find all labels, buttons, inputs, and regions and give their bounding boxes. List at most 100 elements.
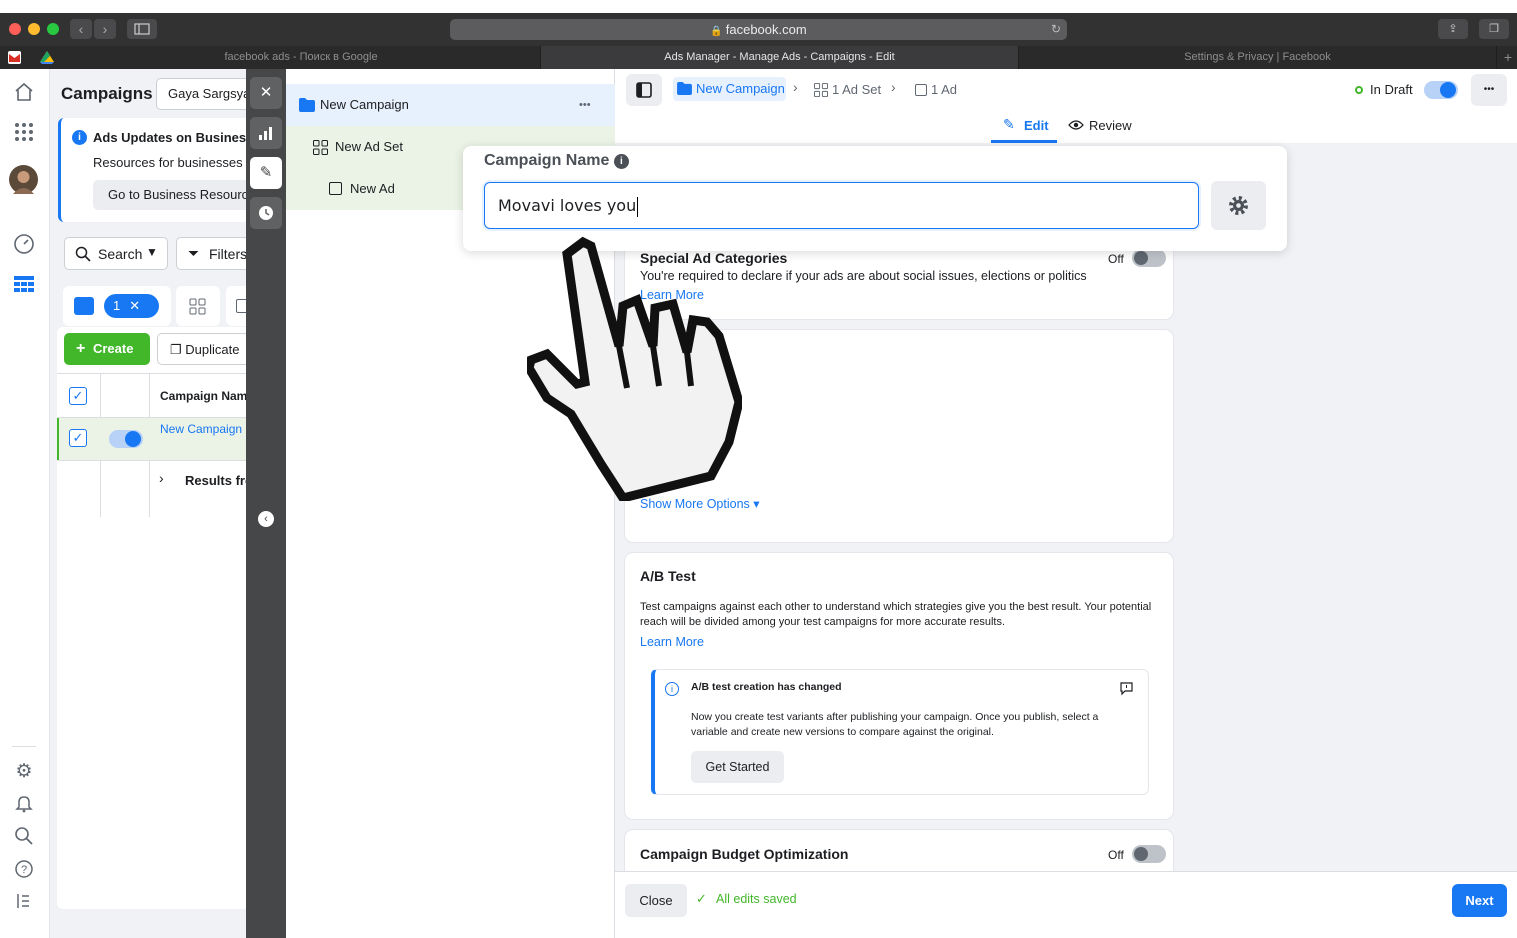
folder-icon <box>677 82 692 95</box>
notice-title: Ads Updates on Business R <box>93 130 267 145</box>
close-icon[interactable]: ✕ <box>250 77 282 109</box>
divider <box>57 460 250 461</box>
budget-toggle-label: Off <box>1108 848 1124 862</box>
saved-status: All edits saved <box>716 892 797 906</box>
browser-tab[interactable]: Settings & Privacy | Facebook <box>1019 46 1497 69</box>
avatar[interactable] <box>9 165 38 194</box>
more-icon[interactable]: ••• <box>579 84 591 126</box>
drive-favicon[interactable] <box>40 51 54 64</box>
toggle-knob <box>125 431 141 447</box>
ads-manager-icon[interactable] <box>12 274 36 298</box>
account-selector[interactable]: Gaya Sargsya <box>156 78 256 110</box>
new-tab-icon[interactable]: + <box>1499 46 1517 69</box>
browser-tab-active[interactable]: Ads Manager - Manage Ads - Campaigns - E… <box>541 46 1019 69</box>
chevron-right-icon[interactable]: › <box>159 470 164 486</box>
url-text: facebook.com <box>725 22 807 37</box>
grid-icon <box>189 298 206 315</box>
filters-label: Filters <box>209 246 248 262</box>
select-all-checkbox[interactable]: ✓ <box>69 387 87 405</box>
close-button[interactable]: Close <box>625 884 687 917</box>
sidebar-toggle-icon[interactable] <box>127 19 157 39</box>
clear-selection-icon[interactable]: ✕ <box>129 298 140 313</box>
minimize-window-button[interactable] <box>28 23 40 35</box>
business-resource-button[interactable]: Go to Business Resource <box>93 180 258 210</box>
budget-title: Campaign Budget Optimization <box>640 846 849 862</box>
status-label: In Draft <box>1370 82 1413 97</box>
campaign-on-toggle[interactable] <box>1424 81 1458 99</box>
breadcrumb-campaign-label: New Campaign <box>696 81 785 96</box>
ab-test-title: A/B Test <box>640 568 696 584</box>
caret-down-icon: ▼ <box>146 245 158 259</box>
tree-ad-label: New Ad <box>350 181 395 196</box>
settings-icon[interactable]: ⚙ <box>12 760 36 784</box>
more-options-button[interactable]: ••• <box>1471 74 1507 106</box>
info-icon: i <box>72 130 87 145</box>
row-checkbox[interactable]: ✓ <box>69 429 87 447</box>
ad-sets-tab[interactable] <box>176 286 220 326</box>
close-window-button[interactable] <box>9 23 21 35</box>
folder-icon <box>74 297 94 315</box>
breadcrumb-campaign[interactable]: New Campaign <box>673 77 786 101</box>
tree-ad-set-label: New Ad Set <box>335 139 403 154</box>
tab-edit[interactable]: ✎ Edit <box>991 107 1057 143</box>
draft-status-icon <box>1355 86 1363 94</box>
forward-icon[interactable]: › <box>94 19 116 39</box>
campaign-name-label: Campaign Name i <box>484 152 629 170</box>
home-icon[interactable] <box>12 81 36 105</box>
info-icon: i <box>613 154 629 169</box>
table-row[interactable]: ✓ New Campaign <box>57 418 250 460</box>
campaign-name-input[interactable]: Movavi loves you <box>484 182 1199 229</box>
campaign-name-value: Movavi loves you <box>498 196 637 215</box>
campaigns-tab[interactable]: 1 ✕ <box>63 286 171 326</box>
row-toggle[interactable] <box>109 430 143 448</box>
browser-titlebar: ‹ › 🔒 facebook.com ↻ ⇪ ❐ <box>0 13 1517 46</box>
search-icon[interactable] <box>12 826 36 850</box>
ab-test-learn-more[interactable]: Learn More <box>640 635 704 649</box>
back-icon[interactable]: ‹ <box>70 19 92 39</box>
selected-chip[interactable]: 1 ✕ <box>104 294 159 318</box>
campaigns-panel: Campaigns Gaya Sargsya i Ads Updates on … <box>50 69 266 938</box>
address-bar[interactable]: 🔒 facebook.com ↻ <box>450 19 1067 40</box>
svg-text:?: ? <box>21 864 27 876</box>
report-icon[interactable] <box>12 891 36 915</box>
help-icon[interactable]: ? <box>12 859 36 883</box>
browser-tab[interactable]: facebook ads - Поиск в Google <box>62 46 541 69</box>
feedback-icon[interactable] <box>1119 681 1134 696</box>
row-campaign-name[interactable]: New Campaign <box>160 422 242 436</box>
budget-toggle[interactable] <box>1132 845 1166 863</box>
get-started-button[interactable]: Get Started <box>691 751 784 783</box>
column-header-campaign-name[interactable]: Campaign Nam <box>160 389 247 403</box>
plus-icon: + <box>76 340 86 357</box>
search-dropdown[interactable]: Search ▼ <box>64 237 168 270</box>
bell-icon[interactable] <box>12 793 36 817</box>
zoom-window-button[interactable] <box>47 23 59 35</box>
text-caret <box>637 196 639 217</box>
chart-icon[interactable] <box>250 117 282 149</box>
filters-button[interactable]: ⏷ Filters <box>176 237 256 270</box>
special-ad-toggle-label: Off <box>1108 252 1124 266</box>
breadcrumb-ad-set[interactable]: 1 Ad Set <box>832 82 881 97</box>
tab-review-label: Review <box>1089 118 1132 133</box>
duplicate-button[interactable]: ❐ Duplicate <box>157 333 257 365</box>
share-icon[interactable]: ⇪ <box>1438 19 1468 39</box>
reload-icon[interactable]: ↻ <box>1051 19 1061 40</box>
tabs-overview-icon[interactable]: ❐ <box>1479 19 1509 39</box>
tab-review[interactable]: Review <box>1065 107 1135 143</box>
breadcrumb-ad[interactable]: 1 Ad <box>931 82 957 97</box>
create-button[interactable]: + Create <box>64 333 150 365</box>
dashboard-icon[interactable] <box>12 233 36 257</box>
gear-icon[interactable] <box>1211 181 1266 230</box>
ad-icon <box>329 182 342 195</box>
special-ad-toggle[interactable] <box>1132 249 1166 267</box>
collapse-panel-icon[interactable]: ‹ <box>258 511 274 527</box>
campaigns-table: + Create ❐ Duplicate ✓ Campaign Nam ✓ Ne… <box>57 327 257 909</box>
duplicate-label: Duplicate <box>185 342 240 357</box>
toggle-tree-icon[interactable] <box>626 74 662 106</box>
all-tools-icon[interactable] <box>12 121 36 145</box>
pencil-icon[interactable]: ✎ <box>250 157 282 189</box>
tree-item-campaign[interactable]: New Campaign ••• <box>286 84 615 126</box>
next-button[interactable]: Next <box>1452 884 1507 917</box>
gmail-favicon[interactable] <box>8 51 21 64</box>
history-icon[interactable] <box>250 197 282 229</box>
create-label: Create <box>92 341 134 356</box>
